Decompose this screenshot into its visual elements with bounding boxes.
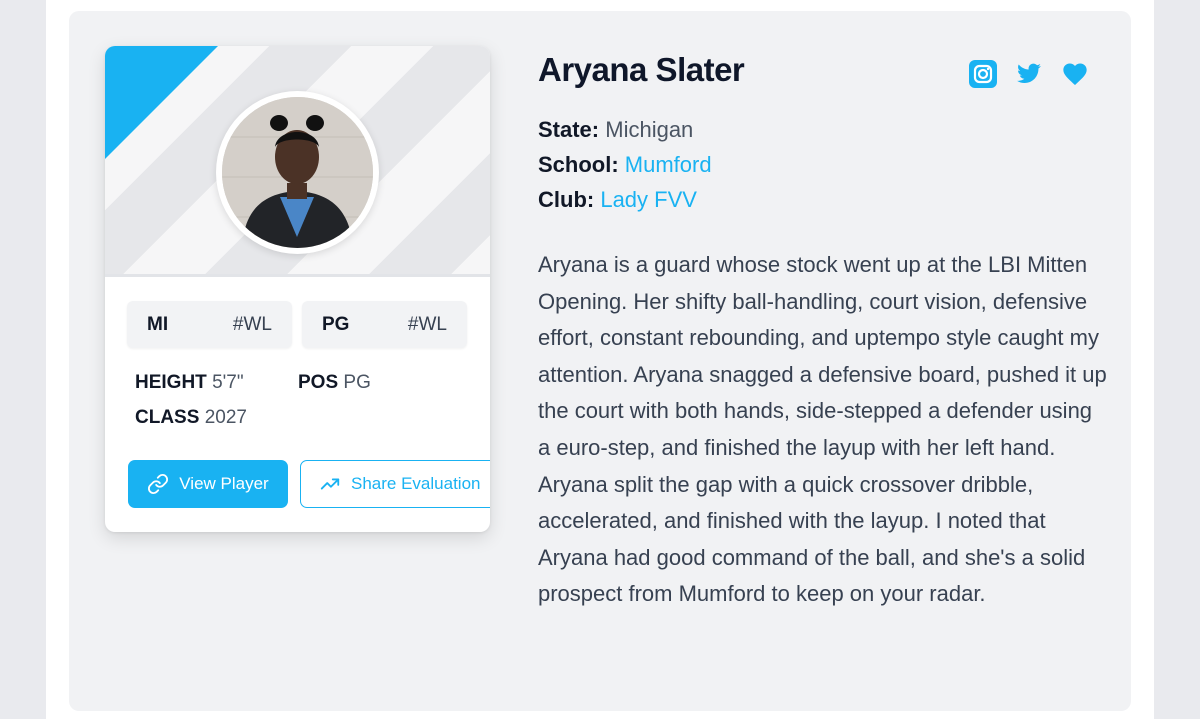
- view-player-label: View Player: [179, 474, 269, 493]
- height-label: HEIGHT: [135, 372, 207, 393]
- state-label: State:: [538, 117, 600, 142]
- state-tag-rank: #WL: [232, 313, 272, 335]
- instagram-icon: [969, 60, 997, 88]
- club-label: Club:: [538, 187, 595, 212]
- heart-icon: [1063, 63, 1087, 85]
- player-tags: MI #WL PG #WL: [127, 301, 467, 348]
- favorite-button[interactable]: [1059, 58, 1091, 90]
- class-value: 2027: [204, 407, 247, 428]
- banner-accent-corner: [105, 46, 218, 159]
- social-links: [967, 58, 1091, 90]
- class-stat: CLASS 2027: [135, 407, 247, 429]
- banner-divider: [105, 274, 490, 277]
- player-card: MI #WL PG #WL HEIGHT 5'7" POS PG CLASS 2…: [105, 46, 490, 532]
- position-stat: POS PG: [298, 372, 371, 394]
- share-evaluation-label: Share Evaluation: [351, 474, 481, 493]
- player-avatar: [216, 91, 379, 254]
- pos-label: POS: [298, 372, 339, 393]
- player-evaluation-text: Aryana is a guard whose stock went up at…: [538, 252, 1107, 607]
- school-row: School: Mumford: [538, 152, 712, 178]
- instagram-link[interactable]: [967, 58, 999, 90]
- state-value: Michigan: [605, 117, 694, 142]
- school-link[interactable]: Mumford: [625, 152, 712, 177]
- view-player-button[interactable]: View Player: [128, 460, 288, 508]
- position-tag: PG #WL: [302, 301, 467, 348]
- school-label: School:: [538, 152, 619, 177]
- state-row: State: Michigan: [538, 117, 693, 143]
- evaluation-panel: MI #WL PG #WL HEIGHT 5'7" POS PG CLASS 2…: [69, 11, 1131, 711]
- state-tag: MI #WL: [127, 301, 292, 348]
- link-icon: [148, 473, 169, 495]
- club-row: Club: Lady FVV: [538, 187, 697, 213]
- trending-up-icon: [320, 478, 340, 490]
- height-stat: HEIGHT 5'7": [135, 372, 244, 394]
- state-tag-code: MI: [147, 313, 169, 335]
- height-value: 5'7": [212, 372, 244, 393]
- player-name: Aryana Slater: [538, 51, 745, 88]
- share-evaluation-button[interactable]: Share Evaluation: [300, 460, 490, 508]
- pos-value: PG: [343, 372, 371, 393]
- class-label: CLASS: [135, 407, 200, 428]
- club-link[interactable]: Lady FVV: [600, 187, 697, 212]
- player-photo: [222, 97, 373, 248]
- position-tag-rank: #WL: [407, 313, 447, 335]
- twitter-icon: [1017, 63, 1041, 83]
- twitter-link[interactable]: [1013, 58, 1045, 90]
- page: MI #WL PG #WL HEIGHT 5'7" POS PG CLASS 2…: [46, 0, 1154, 719]
- position-tag-code: PG: [322, 313, 350, 335]
